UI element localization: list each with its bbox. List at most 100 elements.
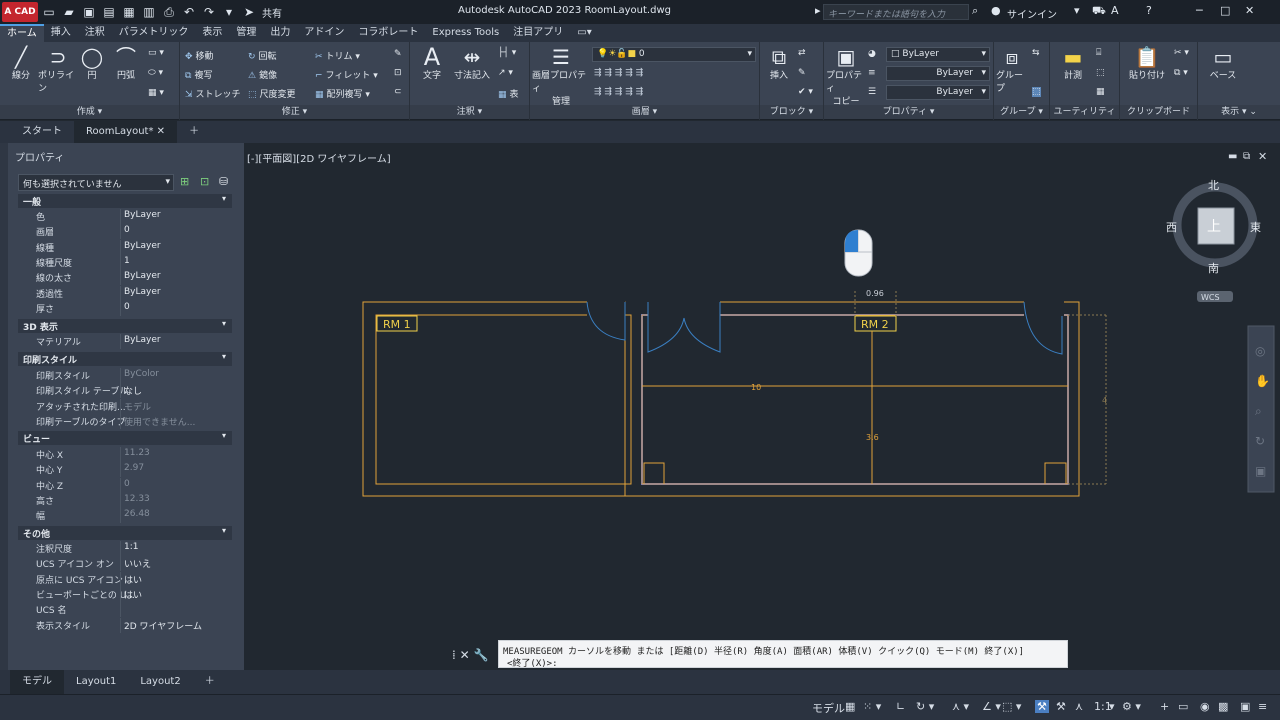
search-arrow-icon[interactable]: ▸ [815,4,821,17]
panel-title-modify[interactable]: 修正 ▾ [180,105,409,119]
layer-tools-row-1[interactable]: ⇶ ⇶ ⇶ ⇶ ⇶ [594,68,643,78]
tab-output[interactable]: 出力 [263,24,297,42]
edit-block-icon[interactable]: ✎ [798,68,806,78]
search-icon[interactable]: ⌕ [972,4,978,18]
tab-featured-apps[interactable]: 注目アプリ [506,24,570,42]
model-space-button[interactable]: モデル [812,700,845,716]
snap-icon[interactable]: ⁙ ▾ [863,700,881,713]
save-as-icon[interactable]: ▤ [100,3,118,21]
tab-express-tools[interactable]: Express Tools [425,24,506,42]
tab-layout2[interactable]: Layout2 [128,670,192,694]
redo-icon[interactable]: ↷ [200,3,218,21]
tab-insert[interactable]: 挿入 [44,24,78,42]
save-icon[interactable]: ▣ [80,3,98,21]
rectangle-icon[interactable]: ▭ ▾ [148,48,164,58]
scale-button[interactable]: ⬚ 尺度変更 [248,87,296,100]
copy-button[interactable]: ⧉ 複写 [185,68,212,81]
section-3d-visualization[interactable]: 3D 表示 ▾ [18,319,232,333]
maximize-icon[interactable]: □ [1220,4,1230,17]
osnap-tracking-icon[interactable]: ∠ ▾ [982,700,1001,713]
plus-icon[interactable]: + [1160,700,1169,713]
tab-collaborate[interactable]: コラボレート [351,24,425,42]
scale-chevron-icon[interactable]: ▾ [1109,700,1115,713]
tab-roomlayout[interactable]: RoomLayout* ✕ [74,121,178,143]
pan-icon[interactable]: ✋ [1255,374,1270,388]
property-row[interactable]: 印刷スタイル テーブル なし [18,383,232,399]
layer-dropdown[interactable]: 💡☀🔓■ 0 ▾ [592,47,756,62]
gradient-icon[interactable]: ▦ ▾ [148,88,164,98]
stretch-button[interactable]: ⇲ ストレッチ [185,87,241,100]
signin-chevron-icon[interactable]: ▾ [1074,4,1080,17]
rotate-button[interactable]: ↻ 回転 [248,49,277,62]
panel-title-groups[interactable]: グループ ▾ [994,105,1049,119]
array-button[interactable]: ▦ 配列複写 ▾ [315,87,370,100]
select-objects-icon[interactable]: ⊡ [200,175,209,188]
command-line-handle[interactable]: ⁞ ✕ 🔧 [452,648,488,662]
layer-tools-row-2[interactable]: ⇶ ⇶ ⇶ ⇶ ⇶ [594,87,643,97]
autodesk-icon[interactable]: A [1111,4,1119,17]
section-misc[interactable]: その他 ▾ [18,526,232,540]
property-row[interactable]: ビューポートごとの U... はい [18,586,232,602]
panel-title-properties[interactable]: プロパティ ▾ [824,105,993,119]
app-logo[interactable]: A CAD [2,2,38,22]
isodraft-icon[interactable]: ⋏ ▾ [952,700,969,713]
property-row[interactable]: 線種尺度 1 [18,254,232,270]
linear-dim-icon[interactable]: ├┤ ▾ [498,48,516,58]
clean-screen-icon[interactable]: ▣ [1240,700,1250,713]
insert-button[interactable]: ⧉ 挿入 [764,46,794,81]
drawing-canvas[interactable]: RM 1 RM 2 0.96 10 3.6 4 上 北 南 東 西 WCS ◎ … [244,143,1280,670]
circle-button[interactable]: ◯ 円 [78,46,106,81]
add-layout-icon[interactable]: ＋ [193,670,227,694]
property-row[interactable]: マテリアル ByLayer [18,334,232,349]
property-row[interactable]: 色 ByLayer [18,209,232,224]
section-general[interactable]: 一般 ▾ [18,194,232,208]
section-plot-style[interactable]: 印刷スタイル ▾ [18,352,232,366]
undo-icon[interactable]: ↶ [180,3,198,21]
property-row[interactable]: UCS 名 [18,602,232,618]
command-line[interactable]: MEASUREGEOM カーソルを移動 または [距離(D) 半径(R) 角度(… [498,640,1068,669]
tab-start[interactable]: スタート [10,121,74,143]
linetype-dropdown[interactable]: ByLayer ▾ [886,66,990,81]
tab-model[interactable]: モデル [10,670,64,694]
orbit-icon[interactable]: ↻ [1255,434,1265,448]
property-row[interactable]: 印刷テーブルのタイプ 使用できません... [18,413,232,429]
viewcube[interactable]: 上 北 南 東 西 WCS [1166,179,1261,302]
paste-button[interactable]: 📋 貼り付け [1124,46,1170,81]
osnap-icon[interactable]: ⬚ ▾ [1002,700,1021,713]
search-input[interactable]: キーワードまたは語句を入力 [823,4,969,20]
tab-manage[interactable]: 管理 [229,24,263,42]
trim-button[interactable]: ✂ トリム ▾ [315,49,360,62]
user-icon[interactable]: ● [991,4,1001,17]
panel-title-layers[interactable]: 画層 ▾ [530,105,759,119]
copy-clip-icon[interactable]: ⧉ ▾ [1174,68,1188,78]
base-view-button[interactable]: ▭ ベース [1206,46,1240,81]
annotation-scale-icon[interactable]: ⋏ [1075,700,1083,713]
panel-title-draw[interactable]: 作成 ▾ [0,105,179,119]
open-folder-icon[interactable]: ▰ [60,3,78,21]
viewcube-west[interactable]: 西 [1166,221,1177,234]
new-file-icon[interactable]: ▭ [40,3,58,21]
move-button[interactable]: ✥ 移動 [185,49,214,62]
property-row[interactable]: 画層 0 [18,224,232,240]
property-row[interactable]: 線の太さ ByLayer [18,270,232,286]
panel-title-annotation[interactable]: 注釈 ▾ [410,105,529,119]
tab-layout1[interactable]: Layout1 [64,670,128,694]
tab-annotate[interactable]: 注釈 [78,24,112,42]
print-icon[interactable]: ⎙ [160,3,178,21]
tab-home[interactable]: ホーム [0,24,44,42]
panel-title-clipboard[interactable]: クリップボード [1120,105,1197,119]
polar-icon[interactable]: ↻ ▾ [916,700,934,713]
cart-icon[interactable]: ⛟ [1092,4,1106,19]
explode-icon[interactable]: ⊡ [394,68,402,78]
line-button[interactable]: ╱ 線分 [6,46,36,81]
panel-title-utilities[interactable]: ユーティリティ ▾ [1050,105,1119,131]
annotation-visibility-icon[interactable]: ⚒ [1035,700,1049,713]
property-row[interactable]: 幅 26.48 [18,508,232,524]
property-row[interactable]: アタッチされた印刷... モデル [18,398,232,414]
select-all-icon[interactable]: ⬚ [1096,68,1105,78]
close-icon[interactable]: ✕ [1245,4,1254,17]
minimize-icon[interactable]: ─ [1196,4,1203,17]
hatch-icon[interactable]: ⬭ ▾ [148,68,163,78]
ribbon-toggle-icon[interactable]: ▭▾ [570,24,598,42]
create-block-icon[interactable]: ⇄ [798,48,806,58]
